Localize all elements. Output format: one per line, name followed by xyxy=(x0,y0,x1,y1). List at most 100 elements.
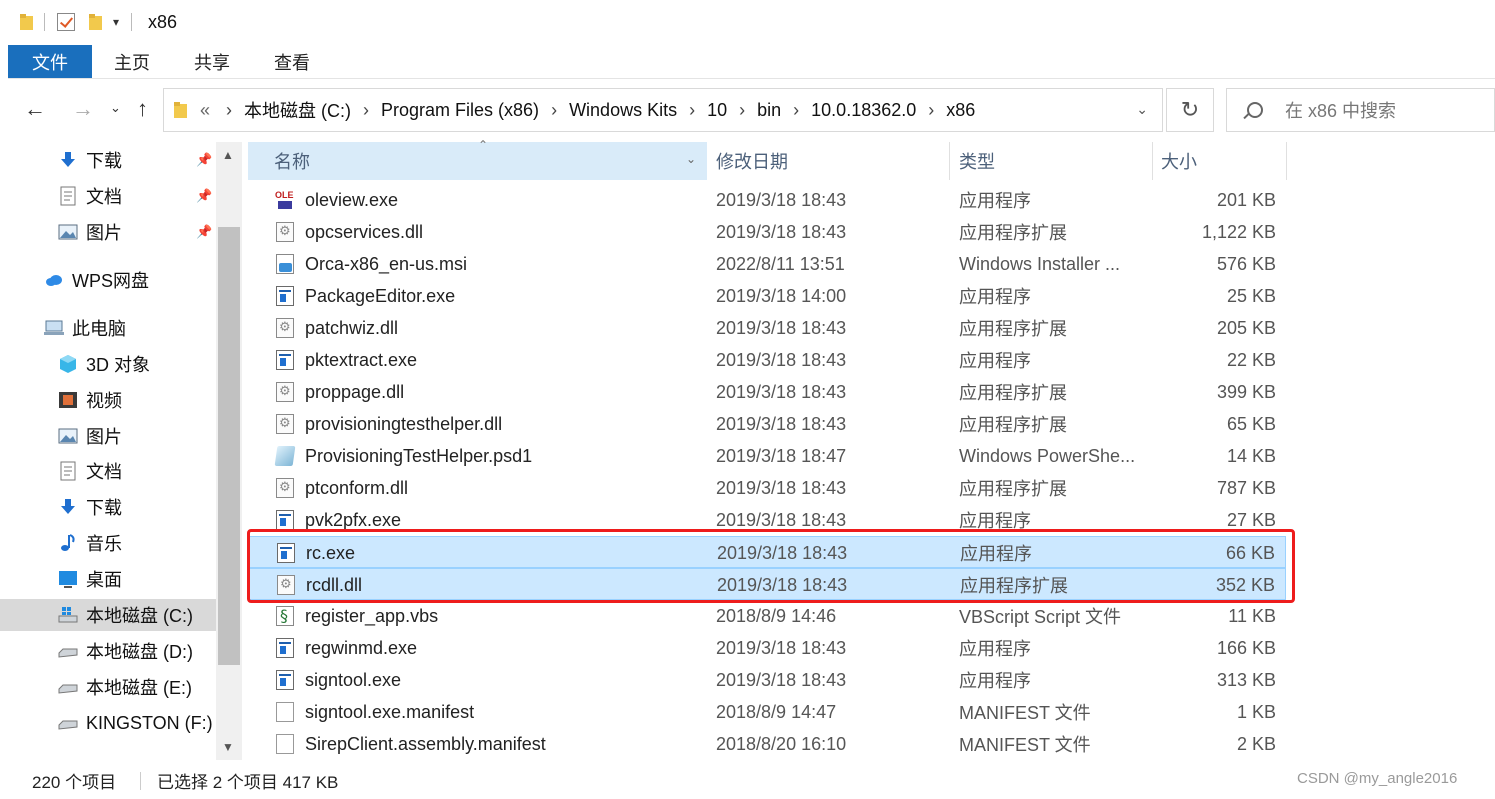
scroll-down-arrow-icon[interactable]: ▼ xyxy=(222,740,234,754)
file-row[interactable]: Orca-x86_en-us.msi 2022/8/11 13:51 Windows… xyxy=(248,248,1286,280)
tab-view[interactable]: 查看 xyxy=(252,45,332,78)
new-folder-icon[interactable] xyxy=(89,14,103,30)
sidebar-item-label: KINGSTON (F:) xyxy=(86,712,213,733)
column-separator[interactable] xyxy=(949,142,950,180)
sidebar-item[interactable]: 文档 xyxy=(0,455,216,487)
file-name: patchwiz.dll xyxy=(305,317,399,338)
navigation-pane: 下载 📌 文档 📌 图片 📌 WPS网盘此电脑 3D 对象视频图片 文档下载音乐桌面本地磁盘 (… xyxy=(0,142,244,760)
breadcrumb-item[interactable]: 10.0.18362.0 xyxy=(811,100,916,121)
search-input[interactable]: 在 x86 中搜索 xyxy=(1285,97,1396,123)
column-header-size[interactable]: 大小 xyxy=(1161,142,1286,180)
breadcrumb-separator-icon[interactable]: › xyxy=(793,100,799,121)
file-icon-cell xyxy=(274,216,296,248)
pin-icon[interactable]: 📌 xyxy=(196,153,212,168)
sidebar-item[interactable]: 下载 📌 xyxy=(0,144,216,176)
file-row[interactable]: signtool.exe.manifest 2018/8/9 14:47 MANIF… xyxy=(248,696,1286,728)
breadcrumb-separator-icon[interactable]: › xyxy=(363,100,369,121)
file-row[interactable]: ProvisioningTestHelper.psd1 2019/3/18 18:… xyxy=(248,440,1286,472)
back-arrow-icon[interactable]: ← xyxy=(24,96,46,122)
breadcrumb-separator-icon[interactable]: › xyxy=(226,100,232,121)
properties-icon[interactable] xyxy=(57,13,75,31)
file-size: 399 KB xyxy=(1216,381,1276,402)
sidebar-item[interactable]: 图片 📌 xyxy=(0,216,216,248)
file-type: 应用程序扩展 xyxy=(959,415,1067,435)
address-history-chevron-icon[interactable]: ⌄ xyxy=(1136,101,1148,118)
tab-file[interactable]: 文件 xyxy=(8,45,92,78)
refresh-button[interactable]: ↻ xyxy=(1166,88,1214,132)
address-bar[interactable]: « › 本地磁盘 (C:) › Program Files (x86) › Wi… xyxy=(163,88,1163,132)
sidebar-item[interactable]: 桌面 xyxy=(0,563,216,595)
navigation-scrollbar[interactable]: ▲ ▼ xyxy=(216,142,242,760)
breadcrumb-item[interactable]: x86 xyxy=(946,100,975,121)
sidebar-item[interactable]: 3D 对象 xyxy=(0,348,216,380)
column-filter-chevron-icon[interactable]: ⌄ xyxy=(686,152,696,166)
file-size: 201 KB xyxy=(1216,189,1276,210)
breadcrumb-item[interactable]: 10 xyxy=(707,100,727,121)
highlight-annotation xyxy=(247,529,1295,603)
file-date: 2019/3/18 14:00 xyxy=(716,285,847,306)
customize-toolbar-icon[interactable]: ▾ xyxy=(113,15,119,29)
file-row[interactable]: pktextract.exe 2019/3/18 18:43 应用程序 22 KB xyxy=(248,344,1286,376)
sidebar-item[interactable]: 下载 xyxy=(0,491,216,523)
search-box[interactable]: 在 x86 中搜索 xyxy=(1226,88,1495,132)
file-row[interactable]: proppage.dll 2019/3/18 18:43 应用程序扩展 399 KB xyxy=(248,376,1286,408)
column-header-type[interactable]: 类型 xyxy=(959,142,1152,180)
file-row[interactable]: regwinmd.exe 2019/3/18 18:43 应用程序 166 KB xyxy=(248,632,1286,664)
scrollbar-thumb[interactable] xyxy=(218,227,240,665)
breadcrumb-separator-icon[interactable]: › xyxy=(928,100,934,121)
file-row[interactable]: PackageEditor.exe 2019/3/18 14:00 应用程序 25 K… xyxy=(248,280,1286,312)
sidebar-item[interactable]: 图片 xyxy=(0,420,216,452)
breadcrumb-item[interactable]: bin xyxy=(757,100,781,121)
breadcrumb-separator-icon[interactable]: › xyxy=(689,100,695,121)
breadcrumb-overflow[interactable]: « xyxy=(200,100,210,121)
pin-icon[interactable]: 📌 xyxy=(196,189,212,204)
recent-locations-chevron-icon[interactable]: ⌄ xyxy=(110,100,121,116)
sidebar-item[interactable]: 文档 📌 xyxy=(0,180,216,212)
sidebar-item-label: WPS网盘 xyxy=(72,271,150,291)
breadcrumb-separator-icon[interactable]: › xyxy=(551,100,557,121)
sidebar-item[interactable]: WPS网盘 xyxy=(0,264,216,296)
column-separator[interactable] xyxy=(1152,142,1153,180)
sidebar-item[interactable]: 音乐 xyxy=(0,527,216,559)
file-row[interactable]: signtool.exe 2019/3/18 18:43 应用程序 313 KB xyxy=(248,664,1286,696)
file-date: 2019/3/18 18:43 xyxy=(716,381,847,402)
column-separator[interactable] xyxy=(1286,142,1287,180)
breadcrumb-item[interactable]: 本地磁盘 (C:) xyxy=(244,97,351,123)
breadcrumb-item[interactable]: Program Files (x86) xyxy=(381,100,539,121)
file-row[interactable]: ptconform.dll 2019/3/18 18:43 应用程序扩展 787 KB xyxy=(248,472,1286,504)
file-row[interactable]: opcservices.dll 2019/3/18 18:43 应用程序扩展 1,12… xyxy=(248,216,1286,248)
file-name: PackageEditor.exe xyxy=(305,285,456,306)
tab-share[interactable]: 共享 xyxy=(172,45,252,78)
breadcrumb-separator-icon[interactable]: › xyxy=(739,100,745,121)
file-row[interactable]: provisioningtesthelper.dll 2019/3/18 18:4… xyxy=(248,408,1286,440)
file-row[interactable]: SirepClient.assembly.manifest 2018/8/20 1… xyxy=(248,728,1286,760)
breadcrumb-item[interactable]: Windows Kits xyxy=(569,100,677,121)
file-row[interactable]: patchwiz.dll 2019/3/18 18:43 应用程序扩展 205 KB xyxy=(248,312,1286,344)
cloud-icon xyxy=(44,270,64,290)
file-row[interactable]: oleview.exe 2019/3/18 18:43 应用程序 201 KB xyxy=(248,184,1286,216)
sidebar-item[interactable]: 本地磁盘 (C:) xyxy=(0,599,216,631)
ole-file-icon xyxy=(275,190,294,210)
file-type: 应用程序扩展 xyxy=(959,479,1067,499)
up-arrow-icon[interactable]: ↑ xyxy=(137,96,148,122)
file-size: 787 KB xyxy=(1216,477,1276,498)
sidebar-item[interactable]: 本地磁盘 (E:) xyxy=(0,671,216,703)
sidebar-item[interactable]: 本地磁盘 (D:) xyxy=(0,635,216,667)
scroll-up-arrow-icon[interactable]: ▲ xyxy=(222,148,234,162)
sidebar-item[interactable]: 视频 xyxy=(0,384,216,416)
forward-arrow-icon[interactable]: → xyxy=(72,96,94,122)
file-icon-cell xyxy=(274,472,296,504)
file-icon-cell xyxy=(274,248,296,280)
drive-icon xyxy=(58,713,78,733)
sidebar-item[interactable]: 此电脑 xyxy=(0,312,216,344)
column-header-date[interactable]: 修改日期 xyxy=(716,142,949,180)
file-name: ProvisioningTestHelper.psd1 xyxy=(305,445,533,466)
sidebar-item-label: 3D 对象 xyxy=(86,355,151,375)
file-type: 应用程序 xyxy=(959,671,1031,691)
sidebar-item[interactable]: KINGSTON (F:) xyxy=(0,707,216,739)
pin-icon[interactable]: 📌 xyxy=(196,225,212,240)
tab-home[interactable]: 主页 xyxy=(92,45,172,78)
watermark: CSDN @my_angle2016 xyxy=(1297,770,1458,787)
file-size: 205 KB xyxy=(1216,317,1276,338)
file-row[interactable]: register_app.vbs 2018/8/9 14:46 VBScript S… xyxy=(248,600,1286,632)
